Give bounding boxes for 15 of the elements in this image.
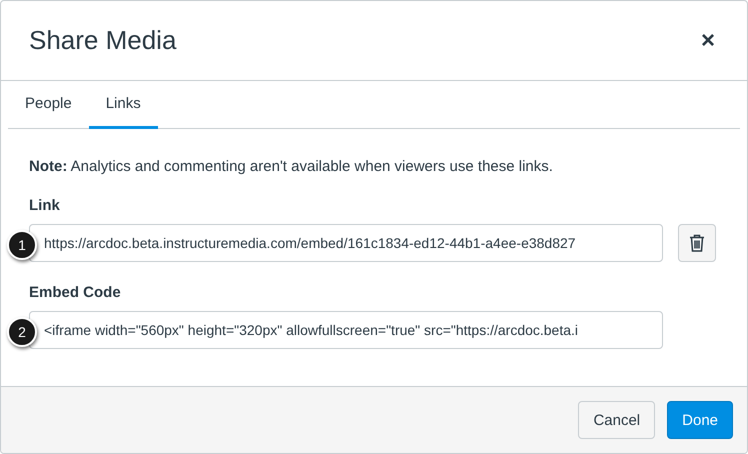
dialog-title: Share Media bbox=[29, 25, 176, 56]
tab[interactable]: People bbox=[8, 81, 89, 129]
close-button[interactable]: × bbox=[696, 28, 719, 52]
field-label: Link bbox=[29, 197, 61, 214]
text-field[interactable]: <iframe width="560px" height="320px" allowfullscreen="true" src="https://arcdoc.beta.i bbox=[29, 311, 663, 349]
done-button[interactable]: Done bbox=[667, 401, 733, 439]
field-label: Embed Code bbox=[29, 284, 122, 301]
text-field[interactable]: https://arcdoc.beta.instructuremedia.com/embed/161c1834-ed12-44b1-a4ee-e38d827 bbox=[29, 224, 663, 262]
trash-icon bbox=[689, 234, 705, 252]
tab[interactable]: Links bbox=[88, 81, 158, 129]
callout-marker: 2 bbox=[7, 317, 37, 347]
delete-button[interactable] bbox=[678, 224, 716, 262]
note-text: Note: Analytics and commenting aren't available when viewers use these links. bbox=[29, 158, 554, 175]
callout-marker: 1 bbox=[7, 230, 37, 260]
cancel-button[interactable]: Cancel bbox=[578, 401, 656, 439]
